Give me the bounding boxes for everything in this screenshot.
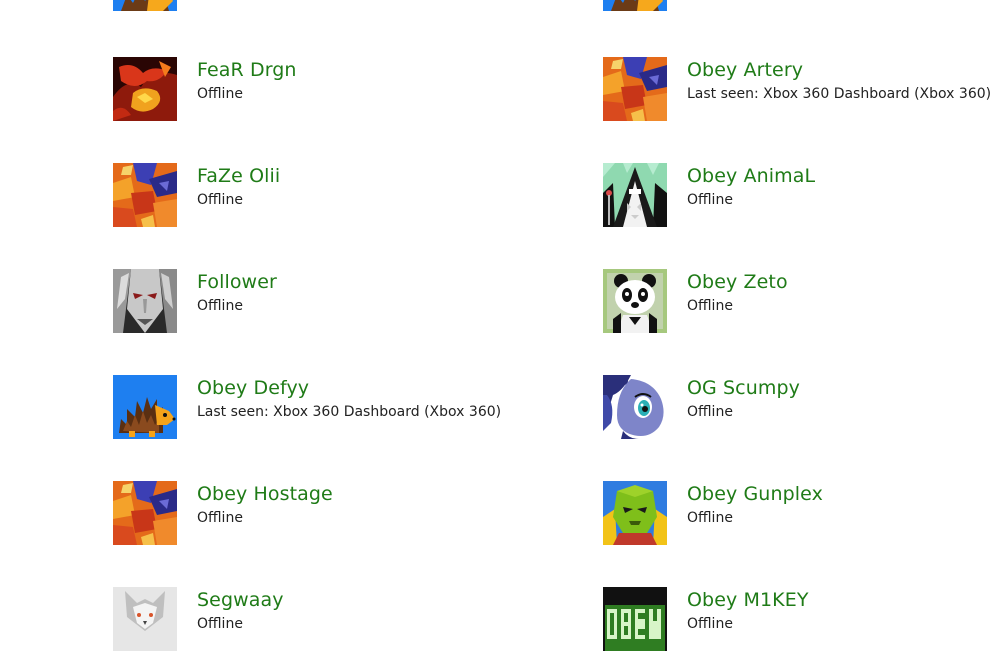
wolf-avatar-icon [113, 587, 177, 651]
abstract-art-avatar-icon [113, 163, 177, 227]
friend-name[interactable]: Segwaay [197, 589, 284, 611]
friend-name[interactable]: Follower [197, 271, 277, 293]
abstract-art-avatar-icon [113, 481, 177, 545]
friend-status: Offline [197, 86, 243, 102]
friend-list-item[interactable]: Obey AnimaL Offline [603, 163, 1003, 227]
hedgehog-avatar-icon [603, 0, 667, 11]
abstract-art-avatar-icon [603, 57, 667, 121]
friend-name[interactable]: Obey Artery [687, 59, 803, 81]
friend-name[interactable]: Obey Hostage [197, 483, 333, 505]
friend-name[interactable]: FeaR Drgn [197, 59, 297, 81]
friend-list-item[interactable] [113, 0, 513, 11]
friend-status: Offline [687, 510, 733, 526]
friend-list-item[interactable]: Obey Artery Last seen: Xbox 360 Dashboar… [603, 57, 1003, 121]
friend-status: Offline [197, 192, 243, 208]
pony-avatar-icon [603, 375, 667, 439]
friend-list-item[interactable]: Obey Defyy Last seen: Xbox 360 Dashboard… [113, 375, 513, 439]
friend-list-item[interactable] [603, 0, 1003, 11]
friend-status: Offline [197, 298, 243, 314]
friend-name[interactable]: OG Scumpy [687, 377, 800, 399]
friend-status: Offline [687, 404, 733, 420]
green-creature-avatar-icon [603, 481, 667, 545]
friend-list-item[interactable]: Obey Hostage Offline [113, 481, 513, 545]
friend-status: Offline [687, 192, 733, 208]
friend-status: Offline [197, 510, 243, 526]
friend-status: Last seen: Xbox 360 Dashboard (Xbox 360) [687, 86, 992, 102]
friend-list-item[interactable]: FaZe Olii Offline [113, 163, 513, 227]
friend-list-item[interactable]: Obey Gunplex Offline [603, 481, 1003, 545]
friend-status: Last seen: Xbox 360 Dashboard (Xbox 360) [197, 404, 502, 420]
friend-name[interactable]: Obey Zeto [687, 271, 788, 293]
hedgehog-avatar-icon [113, 0, 177, 11]
friend-name[interactable]: FaZe Olii [197, 165, 280, 187]
friend-name[interactable]: Obey Defyy [197, 377, 309, 399]
friend-status: Offline [687, 298, 733, 314]
friend-list-item[interactable]: Obey M1KEY Offline [603, 587, 1003, 651]
red-dragon-avatar-icon [113, 57, 177, 121]
friend-list-item[interactable]: Follower Offline [113, 269, 513, 333]
wizard-avatar-icon [603, 163, 667, 227]
obey-logo-avatar-icon [603, 587, 667, 651]
friend-list-item[interactable]: Segwaay Offline [113, 587, 513, 651]
friend-list-item[interactable]: FeaR Drgn Offline [113, 57, 513, 121]
friend-list-item[interactable]: OG Scumpy Offline [603, 375, 1003, 439]
friend-name[interactable]: Obey M1KEY [687, 589, 809, 611]
friend-status: Offline [197, 616, 243, 632]
panda-avatar-icon [603, 269, 667, 333]
friend-status: Offline [687, 616, 733, 632]
hedgehog-avatar-icon [113, 375, 177, 439]
friend-name[interactable]: Obey AnimaL [687, 165, 815, 187]
friend-list-item[interactable]: Obey Zeto Offline [603, 269, 1003, 333]
dark-character-avatar-icon [113, 269, 177, 333]
friend-name[interactable]: Obey Gunplex [687, 483, 823, 505]
